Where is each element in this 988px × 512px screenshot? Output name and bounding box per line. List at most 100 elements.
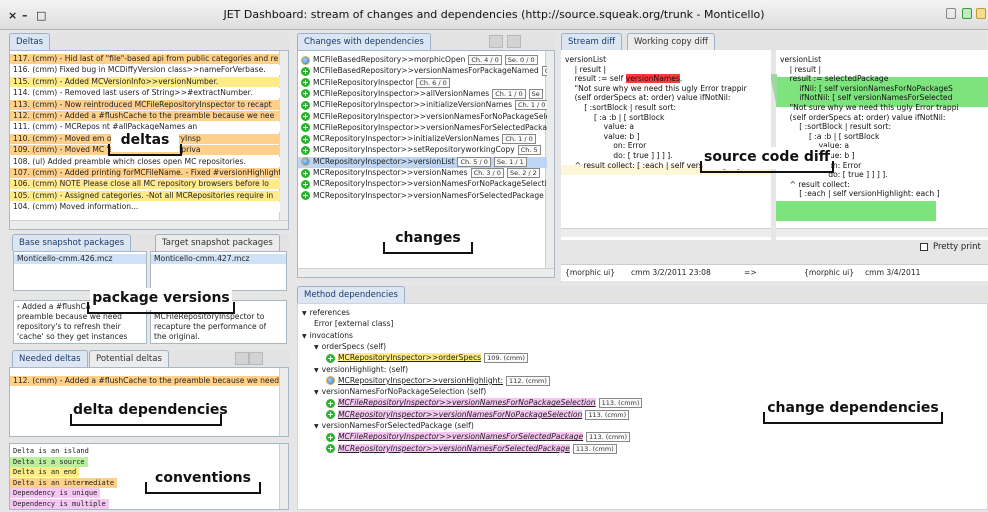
deltas-vscrollbar[interactable] — [279, 51, 288, 222]
delta-row[interactable]: 107. (cmm) - Added printing forMCFileNam… — [10, 168, 280, 178]
delta-row[interactable]: 105. (cmm) - Assigned categories. -Not a… — [10, 190, 280, 201]
diff-left-hscrollbar[interactable] — [561, 228, 771, 237]
change-row[interactable]: + MCRepositoryInspector>>versionNamesForN… — [298, 179, 547, 190]
change-name: MCRepositoryInspector>>versionNamesForNo… — [313, 179, 547, 189]
change-count-badge: Ch. 6 / 0 — [416, 77, 450, 88]
target-package-item[interactable]: Monticello-cmm.427.mcz — [151, 254, 286, 264]
change-row[interactable]: + MCFileRepositoryInspector>>versionNames… — [298, 123, 547, 134]
delta-row[interactable]: 117. (cmm) - Hid last of "file"-based ap… — [10, 54, 280, 64]
convention-item: Delta is an island — [10, 446, 92, 456]
delta-row[interactable]: 115. (cmm) - Added MCVersionInfo>>versio… — [10, 76, 280, 87]
tab-target-snapshot-packages[interactable]: Target snapshot packages — [155, 234, 280, 251]
diff-right-hscrollbar[interactable] — [776, 228, 988, 237]
dependency-label: MCRepositoryInspector>>orderSpecs — [338, 353, 482, 363]
change-row[interactable]: + MCFileRepositoryInspector>>allVersionNa… — [298, 88, 547, 100]
expand-arrow-icon[interactable]: ▼ — [314, 367, 319, 374]
delta-badge: 113. (cmm) — [585, 409, 630, 420]
dependency-node[interactable]: + MCRepositoryInspector>>versionNamesForN… — [326, 409, 630, 420]
diff-right-line: (self orderSpecs at: order) value ifNotN… — [780, 112, 946, 122]
tab-scroll-right-icon[interactable] — [249, 352, 263, 365]
target-desc-line: recapture the performance of — [154, 322, 267, 331]
expand-arrow-icon[interactable]: ▼ — [314, 344, 319, 351]
diff-left-pane[interactable]: versionList | result | result := self ve… — [561, 50, 771, 240]
change-row[interactable]: + MCFileRepositoryInspector Ch. 6 / 0 — [298, 77, 547, 89]
diff-left-line: [ :sortBlock | result sort: — [565, 102, 677, 112]
change-name: MCFileBasedRepository>>versionNamesForPa… — [313, 66, 539, 76]
diff-right-code[interactable]: versionList | result | result := selecte… — [780, 55, 959, 199]
tab-base-snapshot-packages[interactable]: Base snapshot packages — [12, 234, 132, 251]
expand-arrow-icon[interactable]: ▼ — [302, 333, 307, 340]
change-row[interactable]: MCFileBasedRepository>>morphicOpen Ch. 4 … — [298, 55, 547, 66]
delta-row[interactable]: 113. (cmm) - Now reintroduced MCFileRepo… — [10, 99, 280, 110]
added-icon: + — [301, 123, 310, 133]
modified-icon — [301, 55, 310, 65]
change-row[interactable]: + MCFileBasedRepository>>versionNamesForP… — [298, 66, 547, 77]
added-icon: + — [301, 179, 310, 189]
settings-icon[interactable] — [976, 8, 986, 19]
conventions-vscrollbar[interactable] — [279, 444, 288, 509]
dependency-node[interactable]: Error [external class] — [314, 318, 393, 329]
added-icon: + — [326, 410, 335, 420]
delta-badge: 113. (cmm) — [572, 443, 617, 454]
delta-row[interactable]: 106. (cmm) NOTE Please close all MC repo… — [10, 179, 280, 190]
change-row[interactable]: + MCRepositoryInspector>>versionNamesForS… — [298, 191, 547, 202]
needed-delta-row[interactable]: 112. (cmm) - Added a #flushCache to the … — [10, 376, 280, 386]
tab-potential-deltas[interactable]: Potential deltas — [89, 350, 169, 367]
change-count-badge: Ch. 3 / 0 — [470, 168, 504, 178]
needed-vscrollbar[interactable] — [279, 368, 288, 436]
change-name: MCFileRepositoryInspector>>versionNamesF… — [313, 111, 547, 121]
delta-row[interactable]: 116. (cmm) Fixed bug in MCDiffyVersion c… — [10, 65, 280, 76]
pretty-print-checkbox[interactable] — [920, 243, 928, 251]
delta-badge: 112. (cmm) — [506, 375, 550, 386]
tab-needed-deltas[interactable]: Needed deltas — [12, 350, 88, 367]
tab-scroll-right-icon[interactable] — [507, 35, 521, 48]
base-package-item[interactable]: Monticello-cmm.426.mcz — [14, 254, 146, 264]
change-row[interactable]: + MCFileRepositoryInspector>>versionNames… — [298, 112, 547, 123]
tab-stream-diff[interactable]: Stream diff — [561, 33, 623, 50]
clipboard-icon[interactable] — [946, 8, 956, 19]
dependency-node[interactable]: + MCRepositoryInspector>>orderSpecs 109. (… — [326, 352, 528, 364]
tab-scroll-left-icon[interactable] — [489, 35, 503, 48]
tab-working-copy-diff[interactable]: Working copy diff — [627, 33, 715, 50]
diff-right-line: versionList — [780, 55, 822, 64]
expand-arrow-icon[interactable]: ▼ — [302, 310, 307, 317]
convention-item: Dependency is unique — [10, 488, 101, 498]
tab-deltas[interactable]: Deltas — [9, 33, 51, 50]
change-row[interactable]: + MCRepositoryInspector>>versionNames Ch. … — [298, 168, 547, 179]
tab-scroll-left-icon[interactable] — [235, 352, 249, 365]
dependency-node[interactable]: + MCFileRepositoryInspector>>versionNames… — [326, 431, 631, 443]
change-row[interactable]: + MCRepositoryInspector>>setRepositorywor… — [298, 145, 547, 156]
diff-right-line: ifNil: [ self versionNamesForNoPackageS — [780, 83, 953, 93]
change-row[interactable]: + MCFileRepositoryInspector>>initializeVe… — [298, 100, 547, 111]
callout-source-code-diff: source code diff — [700, 147, 834, 173]
change-name: MCRepositoryInspector>>setRepositorywork… — [313, 145, 515, 155]
footer-left-version: cmm 3/2/2011 23:08 — [631, 268, 711, 277]
diff-right-line: result := selectedPackage — [780, 74, 889, 84]
dependency-label: MCFileRepositoryInspector>>versionNamesF… — [338, 398, 596, 408]
chart-icon[interactable] — [962, 8, 972, 19]
diff-right-line: [ :sortBlock | result sort: — [780, 122, 892, 132]
expand-arrow-icon[interactable]: ▼ — [314, 389, 319, 396]
delta-row[interactable]: 104. (cmm) Moved information... — [10, 202, 280, 213]
diff-left-line: value: b ] — [565, 131, 640, 141]
dependency-node[interactable]: MCRepositoryInspector>>versionHighlight:… — [326, 375, 550, 386]
deltas-hscrollbar[interactable] — [10, 220, 288, 229]
diff-right-pane[interactable]: versionList | result | result := selecte… — [776, 50, 988, 240]
tab-changes-with-dependencies[interactable]: Changes with dependencies — [297, 33, 431, 50]
tab-method-dependencies[interactable]: Method dependencies — [297, 286, 405, 303]
change-sender-badge: Se. 0 / 0 — [504, 55, 538, 65]
dependency-node[interactable]: + MCRepositoryInspector>>versionNamesForS… — [326, 443, 617, 454]
changes-hscrollbar[interactable] — [298, 268, 554, 277]
modified-icon — [326, 376, 335, 386]
dependency-node[interactable]: + MCFileRepositoryInspector>>versionNames… — [326, 397, 643, 409]
change-row[interactable]: MCRepositoryInspector>>versionList Ch. 5 … — [298, 156, 547, 168]
target-package-list[interactable]: Monticello-cmm.427.mcz — [150, 251, 287, 291]
base-package-list[interactable]: Monticello-cmm.426.mcz — [13, 251, 147, 291]
diff-right-line: ^ result collect: — [780, 179, 850, 189]
delta-row[interactable]: 114. (cmm) - Removed last users of Strin… — [10, 88, 280, 99]
expand-arrow-icon[interactable]: ▼ — [314, 423, 319, 430]
delta-row[interactable]: 112. (cmm) - Added a #flushCache to the … — [10, 111, 280, 121]
base-desc-line: - Added a #flushCa — [17, 302, 91, 311]
change-row[interactable]: + MCRepositoryInspector>>initializeVersio… — [298, 134, 547, 145]
delta-row[interactable]: 108. (ul) Added preamble which closes op… — [10, 156, 280, 167]
